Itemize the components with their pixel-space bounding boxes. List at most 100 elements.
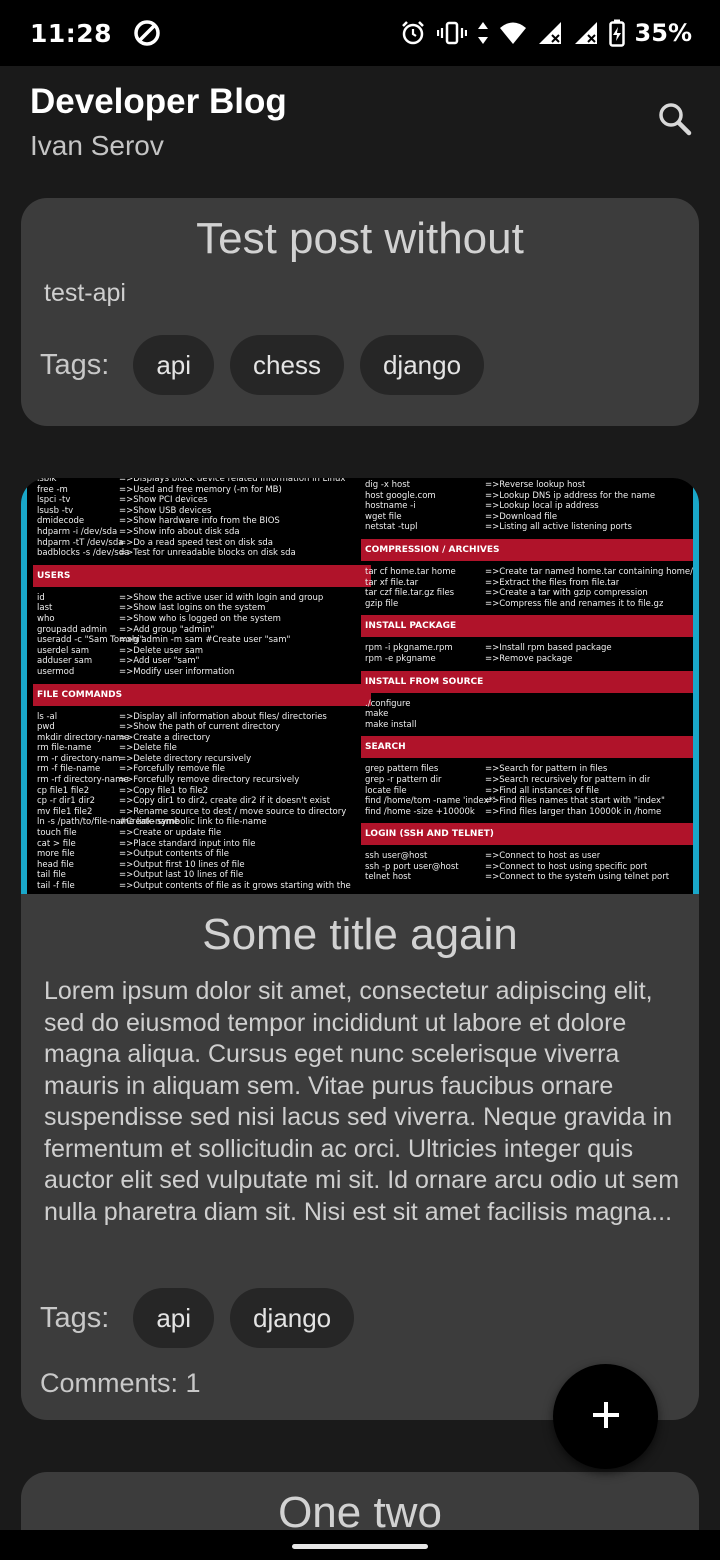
cheat-sheet-line: lspci -tv =>Show PCI devices	[37, 495, 367, 506]
cheat-sheet-line: tar cf home.tar home =>Create tar named h…	[365, 567, 693, 578]
cheat-sheet-block: dig -x host =>Reverse lookup host host goo…	[365, 478, 693, 535]
cheat-sheet-command: badblocks -s /dev/sda	[37, 548, 130, 559]
cheat-sheet-left-column: lsblk =>Displays block device related inf…	[33, 478, 371, 891]
cheat-sheet-line: tar xf file.tar =>Extract the files from …	[365, 578, 693, 589]
cheat-sheet-command: cp -r dir1 dir2	[37, 796, 96, 807]
cheat-sheet-line: head file =>Output first 10 lines of file	[37, 860, 367, 871]
cheat-sheet-block: id =>Show the active user id with login a…	[37, 591, 367, 680]
post-card[interactable]: Test post without test-api Tags: api che…	[21, 198, 699, 426]
cheat-sheet-header: USERS	[33, 564, 371, 587]
cheat-sheet-command: locate file	[365, 785, 407, 796]
cheat-sheet-description: =>Show who is logged on the system	[119, 613, 281, 624]
cheat-sheet-line: gzip file =>Compress file and renames it …	[365, 599, 693, 610]
cheat-sheet-command: touch file	[37, 828, 77, 839]
cheat-sheet-line: pwd =>Show the path of current directory	[37, 722, 367, 733]
tags-row: Tags: api django	[40, 1288, 355, 1348]
cheat-sheet-line: id =>Show the active user id with login a…	[37, 593, 367, 604]
cheat-sheet-line: cp -r dir1 dir2 =>Copy dir1 to dir2, crea…	[37, 796, 367, 807]
cheat-sheet-description: =>Create tar named home.tar containing h…	[485, 566, 693, 577]
cheat-sheet-line: who =>Show who is logged on the system	[37, 614, 367, 625]
add-post-button[interactable]	[553, 1364, 658, 1469]
cheat-sheet-line: hdparm -i /dev/sda =>Show info about disk…	[37, 527, 367, 538]
cheat-sheet-description: =>Remove package	[485, 653, 573, 664]
cheat-sheet-line: find /home/tom -name 'index*' =>Find file…	[365, 796, 693, 807]
cheat-sheet-header: COMPRESSION / ARCHIVES	[361, 538, 693, 561]
data-arrows-icon	[477, 19, 489, 47]
cheat-sheet-line: hostname -i =>Lookup local ip address	[365, 501, 693, 512]
cheat-sheet-description: =>Display all information about files/ d…	[119, 711, 327, 722]
cheat-sheet-line: ls -al =>Display all information about fi…	[37, 712, 367, 723]
cheat-sheet-description: =>Create or update file	[119, 828, 222, 839]
status-time: 11:28	[30, 18, 113, 48]
cheat-sheet-line: mkdir directory-name =>Create a directory	[37, 733, 367, 744]
cheat-sheet-description: =>Connect to host using specific port	[485, 861, 648, 872]
cheat-sheet-description: =>Rename source to dest / move source to…	[119, 806, 347, 817]
cheat-sheet-command: userdel sam	[37, 645, 89, 656]
battery-percent: 35%	[634, 19, 692, 47]
cheat-sheet-command: rm -rf directory-name	[37, 775, 129, 786]
search-button[interactable]	[650, 96, 700, 146]
cheat-sheet-block: lsblk =>Displays block device related inf…	[37, 478, 367, 561]
comments-count[interactable]: Comments: 1	[40, 1368, 201, 1399]
cheat-sheet-command: tar xf file.tar	[365, 577, 419, 588]
cheat-sheet-command: more file	[37, 849, 75, 860]
cheat-sheet-command: ssh user@host	[365, 851, 428, 862]
cheat-sheet-line: dmidecode =>Show hardware info from the B…	[37, 516, 367, 527]
status-bar: 11:28 35%	[0, 0, 720, 66]
cheat-sheet-line: tar czf file.tar.gz files =>Create a tar …	[365, 588, 693, 599]
post-card[interactable]: lsblk =>Displays block device related inf…	[21, 478, 699, 1420]
cheat-sheet-line: rpm -i pkgname.rpm =>Install rpm based pa…	[365, 643, 693, 654]
cheat-sheet-command: ls -al	[37, 711, 58, 722]
cheat-sheet-line: ssh -p port user@host =>Connect to host u…	[365, 862, 693, 873]
plus-icon	[590, 1399, 622, 1435]
cheat-sheet-line: make install	[365, 720, 693, 731]
tag-chip[interactable]: chess	[230, 335, 344, 395]
cheat-sheet-command: adduser sam	[37, 656, 93, 667]
cheat-sheet-line: wget file =>Download file	[365, 512, 693, 523]
cheat-sheet-description: =>Show PCI devices	[119, 495, 208, 506]
cheat-sheet-description: =>Forcefully remove file	[119, 764, 226, 775]
cheat-sheet-description: =>Install rpm based package	[485, 643, 612, 654]
cheat-sheet-description: =>Copy file1 to file2	[119, 785, 209, 796]
cheat-sheet-description: =>Show the path of current directory	[119, 722, 280, 733]
cheat-sheet-description: =>Show the active user id with login and…	[119, 592, 324, 603]
cheat-sheet-command: rpm -e pkgname	[365, 653, 436, 664]
cheat-sheet-line: rm -f file-name =>Forcefully remove file	[37, 764, 367, 775]
cheat-sheet-command: telnet host	[365, 872, 411, 883]
cheat-sheet-header: INSTALL PACKAGE	[361, 615, 693, 638]
cheat-sheet-command: cp file1 file2	[37, 785, 90, 796]
cheat-sheet-command: pwd	[37, 722, 55, 733]
signal-icon-2	[573, 20, 599, 46]
tag-chip[interactable]: api	[133, 335, 215, 395]
cheat-sheet-line: touch file =>Create or update file	[37, 828, 367, 839]
cheat-sheet-command: find /home -size +10000k	[365, 806, 475, 817]
cheat-sheet-description: =>g admin -m sam #Create user "sam"	[119, 635, 291, 646]
cheat-sheet-command: lspci -tv	[37, 495, 71, 506]
cheat-sheet-description: =>Output last 10 lines of file	[119, 870, 244, 881]
cheat-sheet-description: =>Displays block device related informat…	[119, 478, 346, 484]
cheat-sheet-description: =>Lookup local ip address	[485, 501, 599, 512]
cheat-sheet-line: usermod =>Modify user information	[37, 667, 367, 678]
app-subtitle: Ivan Serov	[30, 130, 164, 161]
cheat-sheet-line: rpm -e pkgname =>Remove package	[365, 654, 693, 665]
cheat-sheet-description: =>Add group "admin"	[119, 624, 215, 635]
tag-chip[interactable]: api	[133, 1288, 215, 1348]
cheat-sheet-command: dig -x host	[365, 480, 411, 490]
cheat-sheet-line: userdel sam =>Delete user sam	[37, 646, 367, 657]
home-gesture-handle[interactable]	[292, 1544, 428, 1549]
tag-chip[interactable]: django	[359, 335, 485, 395]
cheat-sheet-description: =>Used and free memory (-m for MB)	[119, 484, 282, 495]
cheat-sheet-line: adduser sam =>Add user "sam"	[37, 656, 367, 667]
cheat-sheet-description: =>Show info about disk sda	[119, 526, 240, 537]
cheat-sheet-line: telnet host =>Connect to the system using…	[365, 872, 693, 883]
cheat-sheet-right-column: dig -x host =>Reverse lookup host host goo…	[361, 478, 693, 894]
post-title: Test post without	[196, 214, 524, 263]
cheat-sheet-command: mkdir directory-name	[37, 732, 130, 743]
cheat-sheet-command: rm -r directory-nam	[37, 753, 121, 764]
tag-chip[interactable]: django	[230, 1288, 355, 1348]
alarm-icon	[399, 19, 427, 47]
cheat-sheet-description: =>Test for unreadable blocks on disk sda	[119, 548, 296, 559]
cheat-sheet-line: rm file-name =>Delete file	[37, 743, 367, 754]
cheat-sheet-block: ls -al =>Display all information about fi…	[37, 710, 367, 894]
cheat-sheet-header: FILE COMMANDS	[33, 683, 371, 706]
